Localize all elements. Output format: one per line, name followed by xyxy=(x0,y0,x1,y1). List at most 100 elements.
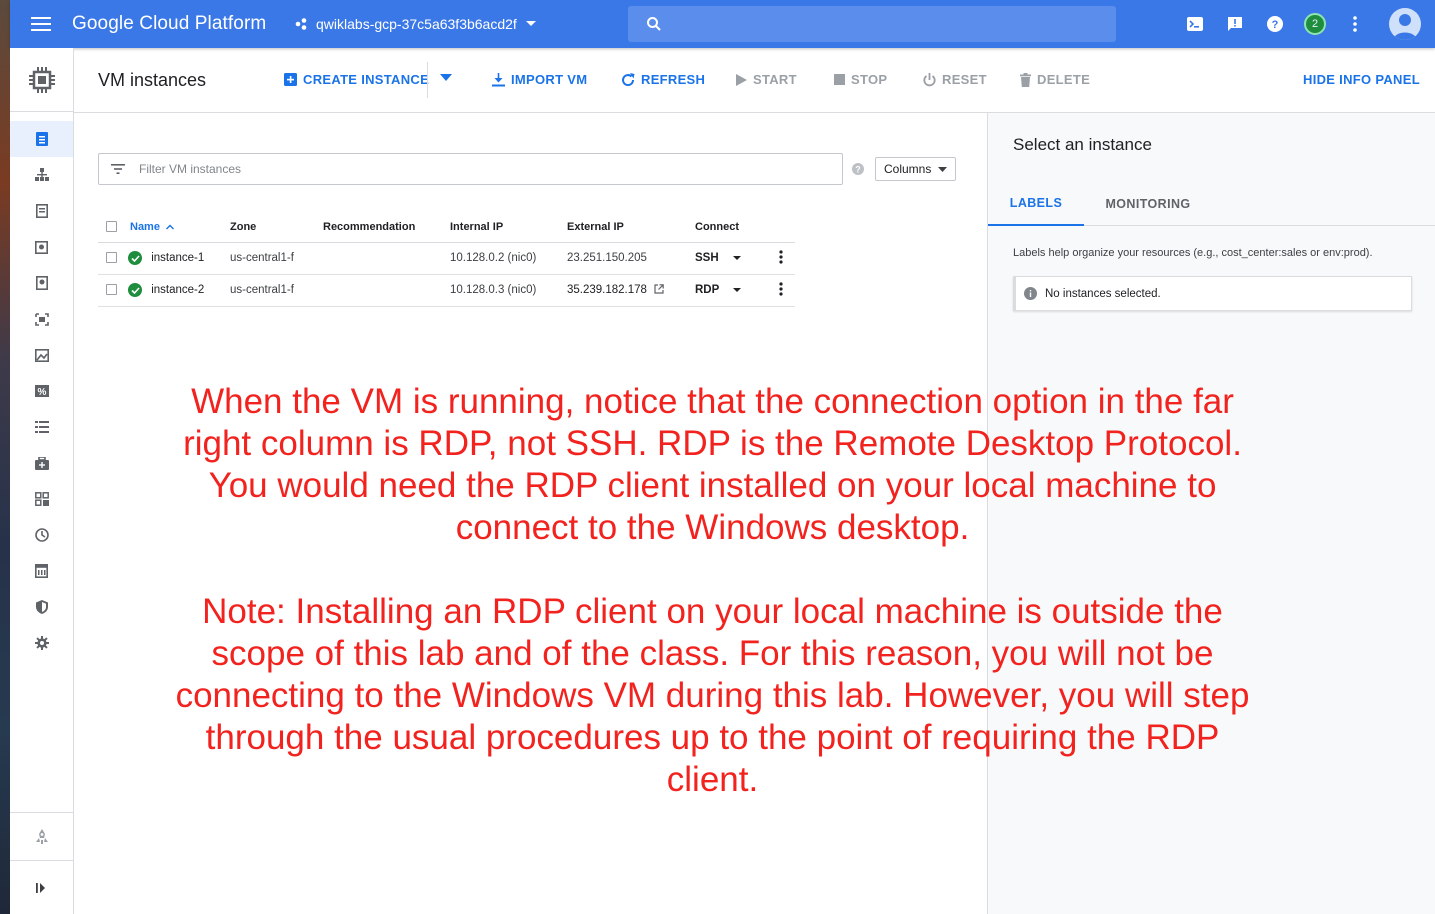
import-vm-button[interactable]: IMPORT VM xyxy=(492,72,587,87)
connect-dropdown[interactable]: RDP xyxy=(695,284,742,296)
network-icon xyxy=(34,168,49,181)
marketplace-button[interactable] xyxy=(10,812,73,860)
header-actions xyxy=(767,212,795,243)
start-button[interactable]: START xyxy=(736,72,797,87)
instance-internal-ip: 10.128.0.2 (nic0) xyxy=(450,242,567,275)
expand-nav-button[interactable] xyxy=(10,860,73,914)
columns-label: Columns xyxy=(884,162,932,176)
action-bar: VM instances CREATE INSTANCE IMPORT VM R… xyxy=(74,48,1435,113)
instance-name-link[interactable]: instance-1 xyxy=(151,252,204,264)
nav-disks[interactable] xyxy=(10,265,73,301)
table-row: instance-1 us-central1-f 10.128.0.2 (nic… xyxy=(98,242,795,275)
help-icon: ? xyxy=(1267,16,1283,32)
instance-external-ip-link[interactable]: 35.239.182.178 xyxy=(567,284,647,296)
tab-monitoring[interactable]: MONITORING xyxy=(1096,182,1200,226)
nav-security-scans[interactable] xyxy=(10,589,73,625)
caret-down-icon xyxy=(733,288,742,292)
filter-input[interactable]: Filter VM instances xyxy=(98,153,843,185)
health-check-icon xyxy=(34,456,49,470)
connect-dropdown[interactable]: SSH xyxy=(695,252,741,264)
refresh-label: REFRESH xyxy=(641,72,706,87)
sort-ascending-icon xyxy=(166,224,175,230)
nav-zones[interactable] xyxy=(10,481,73,517)
header-internal-ip[interactable]: Internal IP xyxy=(450,212,567,243)
nav-operations[interactable] xyxy=(10,517,73,553)
caret-down-icon xyxy=(938,166,947,172)
marketplace-icon xyxy=(35,828,48,844)
instance-name-link[interactable]: instance-2 xyxy=(151,284,204,296)
create-dropdown-button[interactable] xyxy=(440,74,452,81)
row-more-actions-button[interactable] xyxy=(767,242,795,275)
nav-settings[interactable] xyxy=(10,625,73,661)
header-name[interactable]: Name xyxy=(126,212,230,243)
instance-recommendation xyxy=(323,274,450,307)
tab-labels[interactable]: LABELS xyxy=(988,182,1084,226)
nav-reports[interactable] xyxy=(10,553,73,589)
desktop-background-strip xyxy=(0,0,10,914)
nav-committed-use[interactable]: % xyxy=(10,373,73,409)
filter-placeholder: Filter VM instances xyxy=(139,162,242,176)
search-bar[interactable] xyxy=(628,6,1116,42)
nav-snapshots[interactable] xyxy=(10,301,73,337)
nav-metadata[interactable] xyxy=(10,409,73,445)
cloud-shell-button[interactable] xyxy=(1175,0,1215,48)
row-checkbox[interactable] xyxy=(106,252,117,264)
start-label: START xyxy=(753,72,797,87)
instance-zone: us-central1-f xyxy=(230,242,323,275)
create-instance-button[interactable]: CREATE INSTANCE xyxy=(284,72,429,87)
nav-vm-instances[interactable] xyxy=(10,121,73,157)
document-icon xyxy=(35,132,48,146)
row-more-actions-button[interactable] xyxy=(767,274,795,307)
reset-button[interactable]: RESET xyxy=(923,72,987,87)
vm-instances-table: Name Zone Recommendation Internal IP Ext… xyxy=(98,212,795,307)
settings-icon xyxy=(34,636,49,650)
instance-zone: us-central1-f xyxy=(230,274,323,307)
no-selection-message: No instances selected. xyxy=(1045,287,1161,300)
avatar xyxy=(1389,8,1421,40)
account-button[interactable] xyxy=(1375,0,1435,48)
header-zone[interactable]: Zone xyxy=(230,212,323,243)
status-running-icon xyxy=(128,251,142,265)
nav-images[interactable] xyxy=(10,337,73,373)
create-separator xyxy=(427,62,428,98)
hide-info-panel-button[interactable]: HIDE INFO PANEL xyxy=(1303,72,1420,87)
snapshot-icon xyxy=(35,276,48,290)
row-checkbox[interactable] xyxy=(106,284,117,296)
feedback-button[interactable] xyxy=(1215,0,1255,48)
caret-down-icon xyxy=(440,74,452,81)
svg-text:%: % xyxy=(37,387,46,397)
more-vert-icon xyxy=(779,281,783,296)
nav-sole-tenant-nodes[interactable] xyxy=(10,229,73,265)
stop-button[interactable]: STOP xyxy=(834,72,887,87)
select-all-checkbox[interactable] xyxy=(106,221,117,233)
annotation-paragraph-2: Note: Installing an RDP client on your l… xyxy=(175,592,1250,799)
nav-instance-groups[interactable] xyxy=(10,157,73,193)
header-external-ip[interactable]: External IP xyxy=(567,212,695,243)
notifications-button[interactable]: 2 xyxy=(1295,0,1335,48)
brand-title[interactable]: Google Cloud Platform xyxy=(72,13,290,35)
delete-button[interactable]: DELETE xyxy=(1020,72,1090,87)
project-name: qwiklabs-gcp-37c5a63f3b6acd2f xyxy=(316,16,517,32)
trash-icon xyxy=(1020,72,1031,87)
header-recommendation[interactable]: Recommendation xyxy=(323,212,450,243)
filter-help-button[interactable]: ? xyxy=(852,162,864,180)
header-connect: Connect xyxy=(695,212,767,243)
delete-label: DELETE xyxy=(1037,72,1091,87)
compute-engine-product-icon-wrap[interactable] xyxy=(10,48,73,112)
help-button[interactable]: ? xyxy=(1255,0,1295,48)
open-in-new-icon[interactable] xyxy=(654,284,664,294)
nav-instance-templates[interactable] xyxy=(10,193,73,229)
more-options-button[interactable] xyxy=(1335,0,1375,48)
annotation-overlay: When the VM is running, notice that the … xyxy=(160,381,1265,801)
svg-text:?: ? xyxy=(1272,19,1279,31)
zones-icon xyxy=(34,492,49,506)
project-selector[interactable]: qwiklabs-gcp-37c5a63f3b6acd2f xyxy=(290,8,541,40)
nav-health-checks[interactable] xyxy=(10,445,73,481)
disk-icon xyxy=(35,240,48,254)
hamburger-menu-button[interactable] xyxy=(10,0,72,48)
columns-button[interactable]: Columns xyxy=(875,157,956,181)
instance-recommendation xyxy=(323,242,450,275)
more-vert-icon xyxy=(1353,16,1357,32)
search-icon xyxy=(647,17,661,31)
refresh-button[interactable]: REFRESH xyxy=(621,72,705,87)
